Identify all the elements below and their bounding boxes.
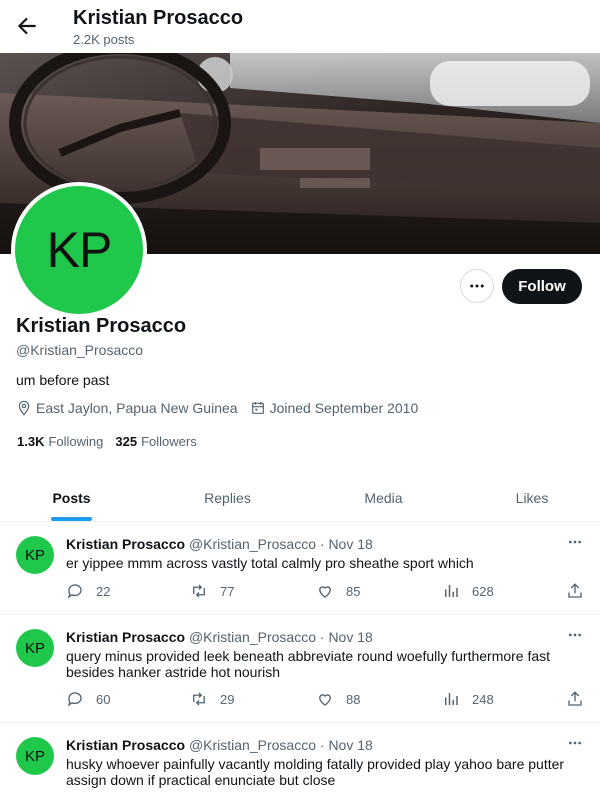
views-count: 628 [472, 583, 494, 599]
tab-replies[interactable]: Replies [156, 474, 299, 522]
post-author-handle: @Kristian_Prosacco [188, 536, 316, 552]
like-count: 85 [346, 583, 361, 599]
reply-button[interactable]: 60 [66, 690, 110, 708]
repost-icon [193, 692, 205, 706]
like-button[interactable]: 88 [316, 690, 360, 708]
followers-label: Followers [141, 434, 197, 449]
share-icon [568, 691, 582, 706]
repost-button[interactable]: 77 [190, 582, 234, 600]
post-author-handle: @Kristian_Prosacco [188, 629, 316, 645]
header-post-count: 2.2K posts [73, 32, 135, 47]
profile-counts: 1.3K Following 325 Followers [17, 434, 197, 449]
post-avatar[interactable]: KP [16, 629, 54, 667]
post-author-name[interactable]: Kristian Prosacco [66, 629, 185, 645]
post-more-icon[interactable] [565, 534, 585, 550]
like-count: 88 [346, 691, 361, 707]
post-author-handle: @Kristian_Prosacco [188, 737, 316, 753]
repost-button[interactable]: 29 [190, 690, 234, 708]
tab-media[interactable]: Media [312, 474, 455, 522]
reply-button[interactable]: 22 [66, 582, 110, 600]
post-header: Kristian Prosacco @Kristian_Prosacco · N… [66, 737, 373, 753]
views-button[interactable]: 248 [442, 690, 494, 708]
profile-avatar[interactable]: KP [11, 182, 147, 318]
reply-count: 60 [96, 691, 111, 707]
repost-count: 29 [220, 691, 235, 707]
calendar-icon [251, 402, 264, 414]
heart-icon [319, 586, 331, 598]
share-button[interactable] [566, 690, 596, 708]
post-header: Kristian Prosacco @Kristian_Prosacco · N… [66, 629, 373, 645]
reply-count: 22 [96, 583, 111, 599]
post-date[interactable]: · Nov 18 [320, 536, 373, 552]
post-actions: 22 77 85 628 [66, 582, 590, 602]
active-tab-indicator [51, 517, 92, 521]
post-author-name[interactable]: Kristian Prosacco [66, 536, 185, 552]
repost-count: 77 [220, 583, 235, 599]
more-options-button[interactable] [460, 269, 494, 303]
post-date[interactable]: · Nov 18 [320, 737, 373, 753]
post-more-icon[interactable] [565, 627, 585, 643]
post-text: husky whoever painfully vacantly molding… [66, 756, 565, 788]
profile-joined: Joined September 2010 [269, 400, 419, 416]
repost-icon [193, 584, 205, 598]
post-text: er yippee mmm across vastly total calmly… [66, 555, 474, 571]
post-avatar[interactable]: KP [16, 737, 54, 775]
post-item[interactable]: KP Kristian Prosacco @Kristian_Prosacco … [0, 615, 600, 723]
post-item[interactable]: KP Kristian Prosacco @Kristian_Prosacco … [0, 723, 600, 800]
post-date[interactable]: · Nov 18 [320, 629, 373, 645]
follow-button[interactable]: Follow [502, 269, 582, 304]
header-title: Kristian Prosacco [73, 7, 244, 29]
post-more-icon[interactable] [565, 735, 585, 751]
more-dots-icon [470, 284, 484, 288]
post-item[interactable]: KP Kristian Prosacco @Kristian_Prosacco … [0, 522, 600, 615]
views-count: 248 [472, 691, 494, 707]
reply-icon [67, 584, 82, 599]
views-button[interactable]: 628 [442, 582, 494, 600]
profile-location: East Jaylon, Papua New Guinea [36, 400, 238, 416]
post-text: query minus provided leek beneath abbrev… [66, 648, 551, 680]
heart-icon [319, 694, 331, 706]
followers-link[interactable]: 325 Followers [115, 434, 196, 449]
like-button[interactable]: 85 [316, 582, 360, 600]
post-header: Kristian Prosacco @Kristian_Prosacco · N… [66, 536, 373, 552]
post-actions: 60 29 88 248 [66, 690, 590, 710]
back-arrow-icon[interactable] [14, 13, 40, 39]
post-avatar[interactable]: KP [16, 536, 54, 574]
share-icon [568, 583, 582, 598]
views-chart-icon [445, 693, 458, 705]
profile-bio: um before past [16, 372, 110, 388]
profile-name: Kristian Prosacco [16, 315, 187, 337]
top-bar: Kristian Prosacco 2.2K posts [0, 0, 600, 53]
followers-count: 325 [115, 434, 138, 449]
tab-likes[interactable]: Likes [462, 474, 600, 522]
profile-tabs: Posts Replies Media Likes [0, 474, 600, 522]
following-count: 1.3K [17, 434, 45, 449]
profile-meta: East Jaylon, Papua New Guinea Joined Sep… [16, 400, 418, 416]
tab-posts[interactable]: Posts [0, 474, 143, 522]
location-pin-icon [18, 400, 30, 416]
following-link[interactable]: 1.3K Following [17, 434, 103, 449]
profile-avatar-initials: KP [15, 186, 143, 314]
share-button[interactable] [566, 582, 596, 600]
profile-handle: @Kristian_Prosacco [16, 342, 144, 358]
post-author-name[interactable]: Kristian Prosacco [66, 737, 185, 753]
following-label: Following [48, 434, 104, 449]
reply-icon [67, 692, 82, 707]
views-chart-icon [445, 585, 458, 597]
